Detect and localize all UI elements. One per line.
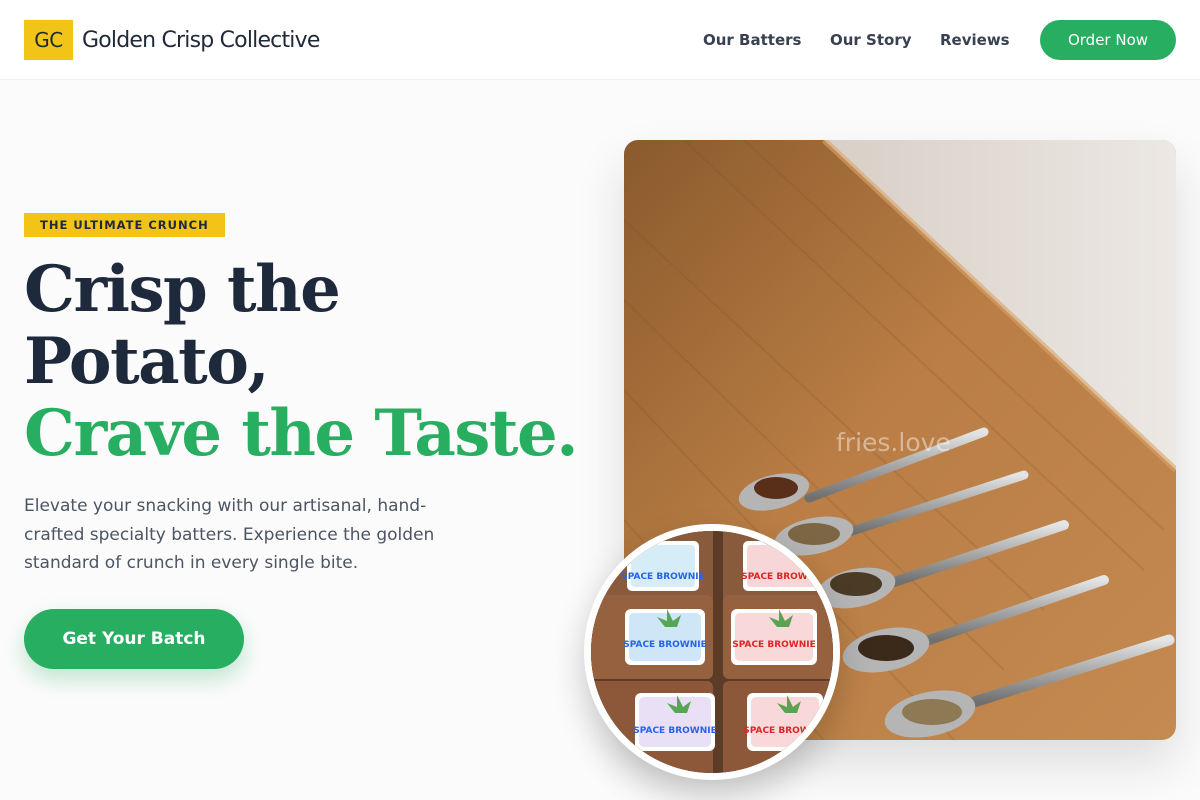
get-your-batch-button[interactable]: Get Your Batch <box>24 609 244 669</box>
headline-line-1: Crisp the <box>24 252 341 327</box>
order-now-button[interactable]: Order Now <box>1040 20 1176 60</box>
headline-accent-line: Crave the Taste. <box>24 396 578 471</box>
package-label: SPACE BROWNIE <box>633 726 717 736</box>
photo-watermark: fries.love <box>836 428 951 457</box>
nav-link-our-batters[interactable]: Our Batters <box>703 28 801 52</box>
inset-photo-brownies: SPACE BROWNIE SPACE BROWNIE SPACE BROWNI… <box>584 524 840 780</box>
nav-link-our-story[interactable]: Our Story <box>830 28 912 52</box>
hero-headline: Crisp the Potato, Crave the Taste. <box>24 254 584 470</box>
package-label: SPACE BROWNIE <box>623 640 707 650</box>
nav-link-reviews[interactable]: Reviews <box>940 28 1010 52</box>
package-label: SPACE BROWNIE <box>741 572 825 582</box>
brand-name[interactable]: Golden Crisp Collective <box>82 24 320 56</box>
hero-lead-paragraph: Elevate your snacking with our artisanal… <box>24 496 435 573</box>
package-label: SPACE BROWNIE <box>732 640 816 650</box>
package-label: SPACE BROWNIE <box>621 572 705 582</box>
top-navbar: GC Golden Crisp Collective Our Batters O… <box>0 0 1200 80</box>
headline-line-2: Potato, <box>24 324 270 399</box>
hero-badge: THE ULTIMATE CRUNCH <box>24 213 225 237</box>
brand-logo-mark[interactable]: GC <box>24 20 73 60</box>
brownie-packages-illustration: SPACE BROWNIE SPACE BROWNIE SPACE BROWNI… <box>591 531 833 773</box>
